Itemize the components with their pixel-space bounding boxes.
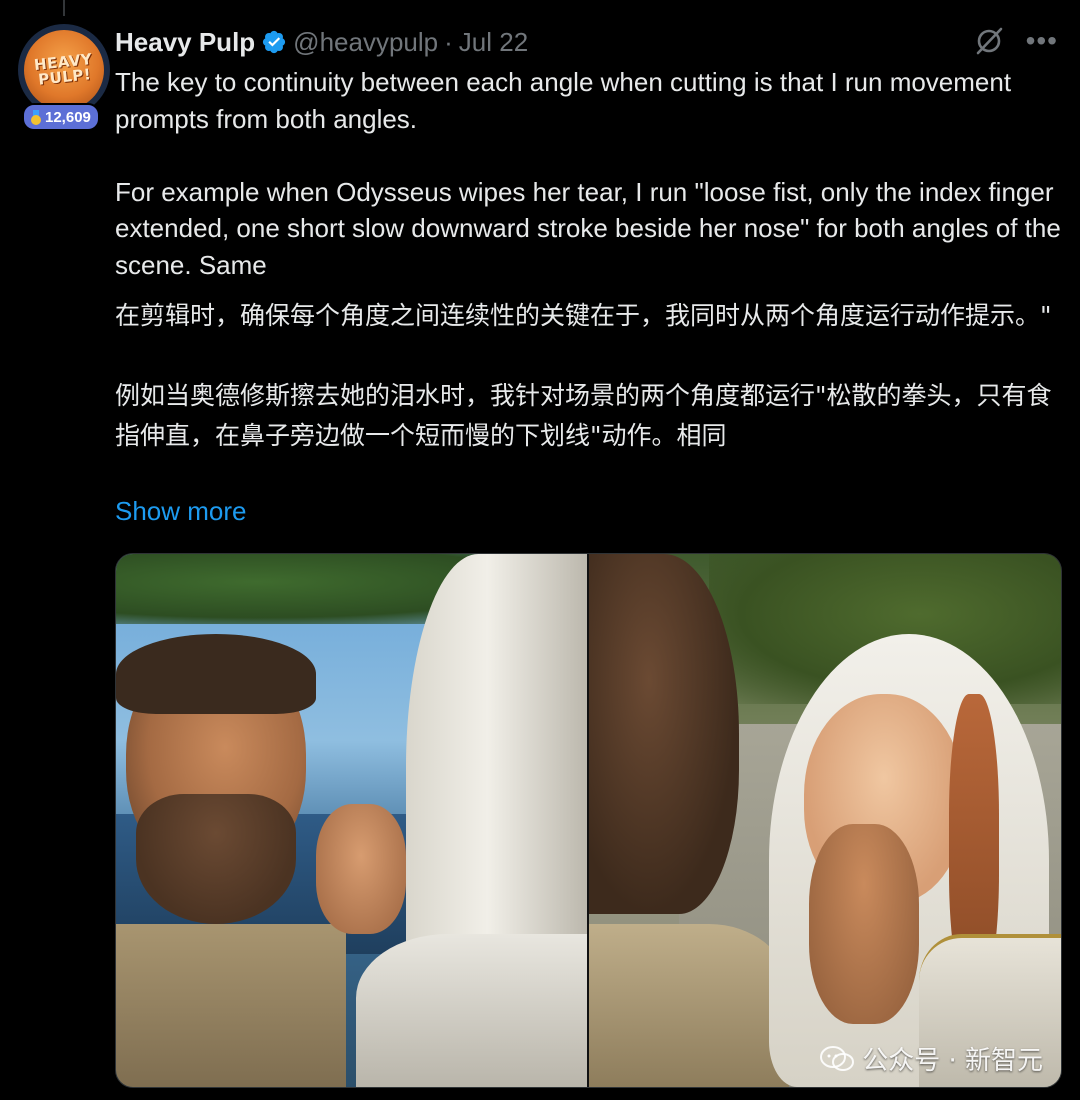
man-hand <box>316 804 406 934</box>
tweet-media[interactable]: 公众号 · 新智元 <box>115 553 1062 1088</box>
show-more-link[interactable]: Show more <box>115 496 247 527</box>
follower-badge[interactable]: 12,609 <box>22 103 100 131</box>
man-shoulder <box>589 924 789 1087</box>
tweet-text-english: The key to continuity between each angle… <box>115 67 1061 280</box>
watermark-text: 公众号 · 新智元 <box>862 1046 1043 1076</box>
watermark: 公众号 · 新智元 <box>820 1040 1043 1077</box>
media-image-left[interactable] <box>116 554 587 1087</box>
man-back-head <box>589 554 739 914</box>
man-hand <box>809 824 919 1024</box>
separator-dot: · <box>444 26 453 57</box>
tweet-header: Heavy Pulp @heavypulp · Jul 22 <box>115 24 528 60</box>
badge-count: 12,609 <box>45 108 91 126</box>
wechat-icon <box>820 1045 855 1071</box>
tweet-actions-top: ••• <box>974 26 1058 56</box>
user-handle[interactable]: @heavypulp <box>293 27 438 58</box>
tweet-date[interactable]: Jul 22 <box>459 27 528 58</box>
woman-shoulder <box>356 934 587 1087</box>
tweet-text-translation: 在剪辑时，确保每个角度之间连续性的关键在于，我同时从两个角度运行动作提示。" 例… <box>115 301 1052 450</box>
avatar-logo-text: HEAVY PULP! <box>33 50 94 89</box>
medal-icon <box>30 110 42 125</box>
display-name[interactable]: Heavy Pulp <box>115 27 255 58</box>
grok-icon[interactable] <box>974 26 1004 56</box>
man-tunic <box>116 924 346 1087</box>
man-beard <box>136 794 296 924</box>
media-image-right[interactable]: 公众号 · 新智元 <box>589 554 1061 1087</box>
more-icon[interactable]: ••• <box>1026 27 1058 55</box>
man-hair <box>116 634 316 714</box>
verified-badge-icon[interactable] <box>261 29 287 55</box>
thread-connector-line <box>63 0 65 16</box>
avatar-image: HEAVY PULP! <box>24 30 104 110</box>
